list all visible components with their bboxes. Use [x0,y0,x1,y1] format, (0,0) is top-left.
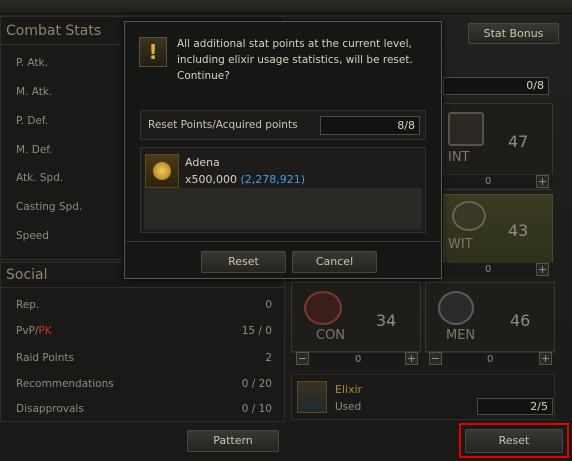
con-minus-button[interactable]: − [296,352,309,365]
social-panel [0,262,285,422]
highlight-box [459,423,569,458]
elixir-potion-icon [297,381,327,413]
men-head-icon [438,291,474,325]
stat-name-men: MEN [446,328,476,343]
men-minus-button[interactable]: − [429,352,442,365]
stat-box-men[interactable]: MEN 46 [425,282,555,352]
pk-label: PK [38,325,52,337]
con-plus-button[interactable]: + [405,352,418,365]
reset-confirm-dialog: ! All additional stat points at the curr… [124,21,442,279]
exclamation-icon: ! [139,37,167,67]
social-row-disapprovals: Disapprovals [16,403,84,415]
stat-box-con[interactable]: CON 34 [291,282,421,352]
men-plus-button[interactable]: + [539,352,552,365]
coin-stack-glyph [153,162,171,180]
stat-name-con: CON [316,328,346,343]
social-row-pvp: PvP/PK [16,325,52,337]
stat-row-matk: M. Atk. [16,86,53,98]
dialog-reset-button[interactable]: Reset [201,251,286,273]
stat-box-wit[interactable]: WIT 43 [443,194,553,270]
reset-points-label: Reset Points/Acquired points [148,119,298,131]
bar-value-con: 0 [355,354,362,365]
adena-coins-icon [145,154,179,188]
stat-value-men: 46 [510,311,531,330]
exclamation-glyph: ! [148,40,158,64]
social-value-raid: 2 [265,352,272,364]
stat-row-mdef: M. Def. [16,144,53,156]
reset-points-field: 8/8 [320,116,420,135]
wit-feather-icon [452,201,486,231]
adena-name: Adena [185,156,220,169]
elixir-used-label: Used [335,401,362,413]
con-heart-icon [304,291,342,325]
stat-value-int: 47 [508,132,529,151]
cost-empty-slot [144,188,422,229]
dialog-divider [125,241,441,242]
stat-name-int: INT [448,150,470,165]
stat-row-patk: P. Atk. [16,57,48,69]
pattern-button[interactable]: Pattern [187,430,279,452]
social-value-pvp: 15 / 0 [241,325,272,337]
wit-plus-button[interactable]: + [536,263,549,276]
stats-window: Combat Stats P. Atk. M. Atk. P. Def. M. … [0,0,572,461]
stat-row-castspd: Casting Spd. [16,201,83,213]
int-plus-button[interactable]: + [536,175,549,188]
elixir-used-field: 2/5 [477,398,553,415]
bar-value-int: 0 [485,176,492,187]
dialog-cancel-button[interactable]: Cancel [292,251,377,273]
int-book-icon [448,112,484,146]
social-value-rep: 0 [265,299,272,311]
pvp-label: PvP/ [16,325,39,337]
social-value-disapprovals: 0 / 10 [241,403,272,415]
stat-row-pdef: P. Def. [16,115,49,127]
points-field: 0/8 [443,77,549,95]
window-top-bar [0,0,572,14]
adena-owned-amount: (2,278,921) [240,173,306,186]
stat-value-con: 34 [376,311,397,330]
adena-cost-amount: x500,000 [185,173,237,186]
bar-value-wit: 0 [485,264,492,275]
social-row-raid: Raid Points [16,352,74,364]
stat-name-wit: WIT [448,237,473,252]
social-divider [0,287,285,288]
social-title: Social [6,267,48,283]
elixir-title: Elixir [335,383,363,396]
stat-bonus-button[interactable]: Stat Bonus [468,23,559,44]
stat-value-wit: 43 [508,221,529,240]
social-row-rep: Rep. [16,299,40,311]
combat-stats-title: Combat Stats [6,23,102,39]
adena-cost: x500,000 (2,278,921) [185,173,305,186]
stat-row-speed: Speed [16,230,49,242]
social-row-recommendations: Recommendations [16,378,114,390]
dialog-message: All additional stat points at the curren… [177,38,413,82]
social-value-recommendations: 0 / 20 [241,378,272,390]
stat-row-atkspd: Atk. Spd. [16,172,64,184]
bar-value-men: 0 [487,354,494,365]
